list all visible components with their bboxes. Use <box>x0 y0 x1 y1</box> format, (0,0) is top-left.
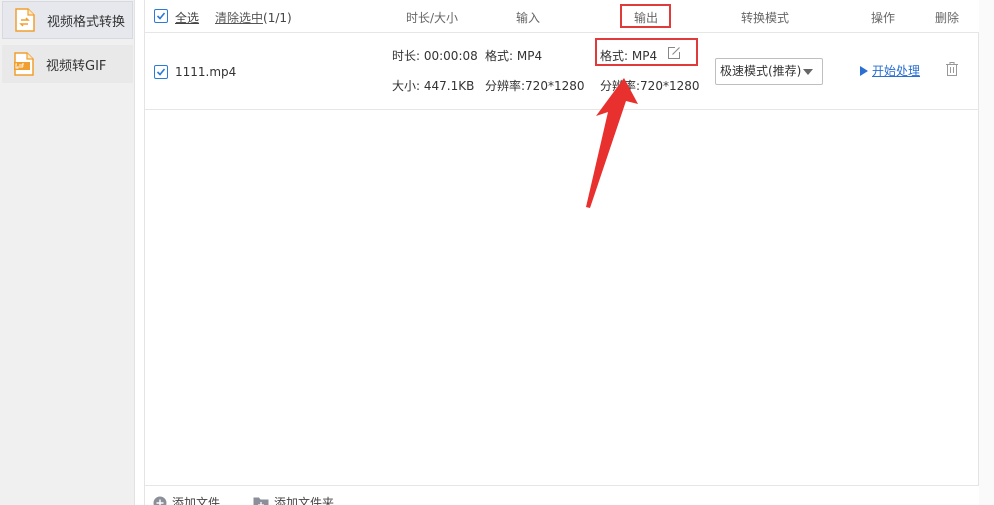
select-all-link[interactable]: 全选 <box>175 9 199 26</box>
start-process-label: 开始处理 <box>872 64 921 78</box>
selection-count: (1/1) <box>263 11 292 25</box>
file-name: 1111.mp4 <box>175 65 237 79</box>
convert-file-icon <box>12 7 38 33</box>
col-delete: 删除 <box>935 11 960 25</box>
col-output: 输出 <box>634 11 659 25</box>
add-folder-button[interactable]: 添加文件夹 <box>253 494 334 505</box>
add-folder-label: 添加文件夹 <box>274 496 335 505</box>
window-edge <box>979 0 994 505</box>
gif-file-icon <box>11 51 37 77</box>
edit-icon[interactable] <box>667 46 681 60</box>
file-size: 大小: 447.1KB <box>392 79 475 93</box>
sidebar-item-label: 视频格式转换 <box>47 14 126 30</box>
trash-icon[interactable] <box>945 61 959 77</box>
sidebar-item-video-convert[interactable]: 视频格式转换 <box>2 1 133 39</box>
clear-selection-link[interactable]: 清除选中 <box>215 11 263 25</box>
file-checkbox[interactable] <box>154 65 168 79</box>
table-header: 全选 清除选中(1/1) 时长/大小 输入 输出 转换模式 操作 删除 <box>145 0 980 33</box>
clear-selection-group: 清除选中(1/1) <box>215 9 292 26</box>
input-format: 格式: MP4 <box>485 49 543 63</box>
col-duration-size: 时长/大小 <box>406 11 459 25</box>
sidebar: 视频格式转换 视频转GIF <box>0 0 135 505</box>
conversion-mode-value: 极速模式(推荐) <box>720 64 802 78</box>
file-duration: 时长: 00:00:08 <box>392 49 478 63</box>
select-all-checkbox[interactable] <box>154 9 168 23</box>
sidebar-item-video-to-gif[interactable]: 视频转GIF <box>2 45 133 83</box>
input-resolution: 分辨率:720*1280 <box>485 79 585 93</box>
conversion-mode-select[interactable]: 极速模式(推荐) <box>715 58 823 85</box>
play-icon <box>860 65 868 76</box>
footer-toolbar: 添加文件 添加文件夹 <box>145 485 980 505</box>
output-format: 格式: MP4 <box>600 49 658 63</box>
col-action: 操作 <box>871 11 896 25</box>
col-mode: 转换模式 <box>741 11 790 25</box>
add-folder-icon <box>253 497 269 505</box>
table-row: 1111.mp4 时长: 00:00:08 大小: 447.1KB 格式: MP… <box>145 33 980 110</box>
sidebar-item-label: 视频转GIF <box>46 58 107 74</box>
add-file-label: 添加文件 <box>172 496 221 505</box>
add-circle-icon <box>153 496 167 505</box>
add-file-button[interactable]: 添加文件 <box>153 494 220 505</box>
output-resolution: 分辨率:720*1280 <box>600 79 700 93</box>
main-panel: 全选 清除选中(1/1) 时长/大小 输入 输出 转换模式 操作 删除 1111… <box>144 0 980 505</box>
start-process-button[interactable]: 开始处理 <box>860 62 920 79</box>
col-input: 输入 <box>516 11 541 25</box>
chevron-down-icon <box>803 69 813 75</box>
